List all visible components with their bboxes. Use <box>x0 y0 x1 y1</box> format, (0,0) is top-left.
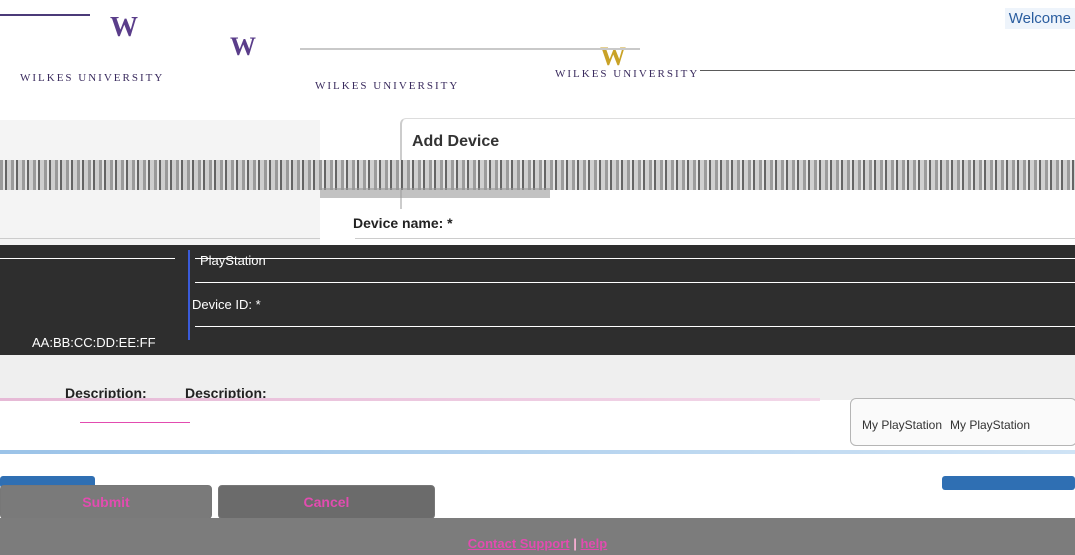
device-id-label: Device ID: * <box>192 297 261 312</box>
header-divider <box>300 48 640 50</box>
header-divider <box>700 70 1075 71</box>
page-header: W W W WILKES UNIVERSITY WILKES UNIVERSIT… <box>0 0 1075 105</box>
description-value-duplicate: My PlayStation <box>950 418 1031 432</box>
divider <box>80 422 190 423</box>
logo-text-center: WILKES UNIVERSITY <box>315 80 460 92</box>
device-name-label: Device name: * <box>353 215 453 231</box>
logo-mark-center: W <box>230 32 257 61</box>
description-value: My PlayStation <box>862 418 943 432</box>
divider <box>195 282 1075 283</box>
logo-mark-left: W <box>110 12 139 43</box>
form-dark-region <box>0 245 1075 355</box>
welcome-text: Welcome <box>1004 8 1075 29</box>
help-link[interactable]: help <box>580 536 607 551</box>
header-divider <box>0 14 90 16</box>
device-id-input[interactable]: AA:BB:CC:DD:EE:FF <box>32 335 156 350</box>
submit-button[interactable]: Submit <box>0 485 212 519</box>
action-button-accent <box>942 476 1075 490</box>
footer-separator: | <box>573 536 577 551</box>
divider <box>195 326 1075 327</box>
footer-links: Contact Support | help <box>0 536 1075 551</box>
cancel-button[interactable]: Cancel <box>218 485 435 519</box>
divider <box>0 398 820 401</box>
device-name-field-border <box>355 238 1075 239</box>
divider <box>195 258 1075 259</box>
divider <box>0 258 175 259</box>
decorative-strip <box>320 188 550 198</box>
divider <box>0 450 1075 454</box>
focus-indicator <box>188 250 190 340</box>
divider <box>0 238 320 239</box>
description-region <box>0 355 1075 400</box>
logo-text-left: WILKES UNIVERSITY <box>20 72 165 84</box>
page-title: Add Device <box>412 133 500 150</box>
contact-support-link[interactable]: Contact Support <box>468 536 570 551</box>
device-name-input[interactable]: PlayStation <box>200 253 266 268</box>
logo-text-right: WILKES UNIVERSITY <box>555 68 700 80</box>
decorative-strip <box>0 160 1075 190</box>
